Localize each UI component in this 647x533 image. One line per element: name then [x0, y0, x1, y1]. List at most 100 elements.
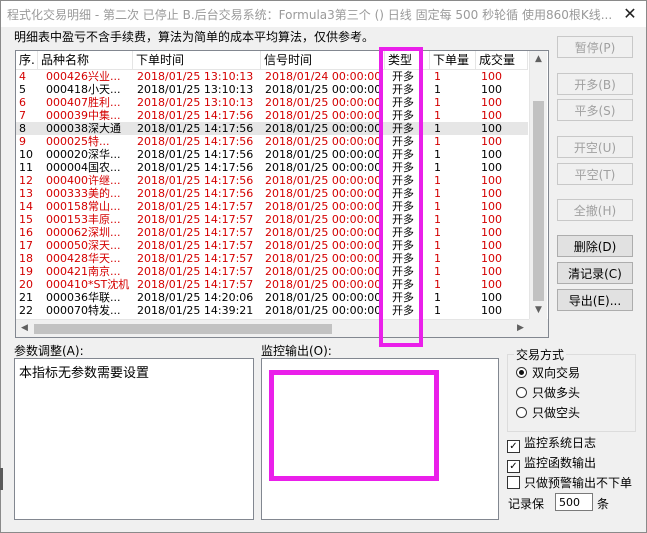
table-row[interactable]: 4 000426兴业... 2018/01/25 13:10:13 2018/01/2…	[16, 70, 528, 83]
close-all-button[interactable]: 全撤(H)	[557, 199, 633, 221]
table-row[interactable]: 8 000038深大通 2018/01/25 14:17:56 2018/01/25 …	[16, 122, 528, 135]
close-icon[interactable]: ✕	[620, 4, 640, 24]
column-header-seq[interactable]: 序.	[16, 51, 38, 69]
cell-fill-qty: 100	[481, 96, 502, 109]
horizontal-scroll-thumb[interactable]	[34, 324, 332, 334]
column-header-fill-qty[interactable]: 成交量	[476, 51, 528, 69]
column-header-order-qty[interactable]: 下单量	[430, 51, 476, 69]
cell-order-time: 2018/01/25 14:17:56	[137, 174, 254, 187]
cell-order-qty: 1	[434, 148, 441, 161]
cell-seq: 16	[19, 226, 33, 239]
cell-order-time: 2018/01/25 13:10:13	[137, 83, 254, 96]
record-keep-label: 记录保	[508, 497, 545, 511]
cell-seq: 5	[19, 83, 26, 96]
cell-order-time: 2018/01/25 14:17:56	[137, 135, 254, 148]
cell-signal-time: 2018/01/25 00:00:00	[265, 148, 382, 161]
radio-icon[interactable]	[516, 407, 527, 418]
cell-name: 000333美的...	[46, 187, 121, 200]
cell-fill-qty: 100	[481, 252, 502, 265]
cell-name: 000428华天...	[46, 252, 121, 265]
radio-both-directions[interactable]: 双向交易	[516, 364, 580, 381]
column-header-name[interactable]: 品种名称	[38, 51, 133, 69]
column-header-signal-time[interactable]: 信号时间	[261, 51, 385, 69]
cell-fill-qty: 100	[481, 226, 502, 239]
table-row[interactable]: 16 000062深圳... 2018/01/25 14:17:57 2018/01/…	[16, 226, 528, 239]
params-panel[interactable]: 本指标无参数需要设置	[14, 358, 254, 520]
trade-mode-label: 交易方式	[514, 346, 567, 363]
vertical-scrollbar[interactable]: ▲ ▼	[529, 51, 547, 319]
cell-order-qty: 1	[434, 96, 441, 109]
cell-seq: 9	[19, 135, 26, 148]
open-short-button[interactable]: 开空(U)	[557, 136, 633, 158]
radio-icon[interactable]	[516, 387, 527, 398]
cell-name: 000421南京...	[46, 265, 121, 278]
pause-button[interactable]: 暂停(P)	[557, 36, 633, 58]
cell-fill-qty: 100	[481, 291, 502, 304]
open-long-button[interactable]: 开多(B)	[557, 73, 633, 95]
horizontal-scrollbar[interactable]: ◀ ▶	[16, 319, 529, 337]
cell-signal-time: 2018/01/25 00:00:00	[265, 226, 382, 239]
cell-order-time: 2018/01/25 14:17:56	[137, 161, 254, 174]
record-count-input[interactable]: 500	[555, 493, 593, 511]
table-row[interactable]: 13 000333美的... 2018/01/25 14:17:56 2018/01/…	[16, 187, 528, 200]
table-row[interactable]: 7 000039中集... 2018/01/25 14:17:56 2018/01/2…	[16, 109, 528, 122]
close-short-button[interactable]: 平空(T)	[557, 163, 633, 185]
clear-record-button[interactable]: 清记录(C)	[557, 262, 633, 284]
scroll-down-icon[interactable]: ▼	[530, 302, 547, 319]
cell-order-qty: 1	[434, 70, 441, 83]
table-row[interactable]: 9 000025特... 2018/01/25 14:17:56 2018/01/25…	[16, 135, 528, 148]
table-row[interactable]: 12 000400许继... 2018/01/25 14:17:56 2018/01/…	[16, 174, 528, 187]
cell-seq: 22	[19, 304, 33, 317]
table-row[interactable]: 19 000421南京... 2018/01/25 14:17:57 2018/01/…	[16, 265, 528, 278]
radio-short-only[interactable]: 只做空头	[516, 404, 580, 421]
cell-name: 000025特...	[46, 135, 110, 148]
export-button[interactable]: 导出(E)...	[557, 289, 633, 311]
checkbox-icon[interactable]	[507, 476, 520, 489]
column-header-order-time[interactable]: 下单时间	[133, 51, 261, 69]
checkbox-checked-icon[interactable]: ✓	[507, 460, 520, 473]
checkbox-checked-icon[interactable]: ✓	[507, 440, 520, 453]
table-row[interactable]: 21 000036华联... 2018/01/25 14:20:06 2018/01/…	[16, 291, 528, 304]
cell-name: 000004国农...	[46, 161, 121, 174]
cell-name: 000036华联...	[46, 291, 121, 304]
cell-fill-qty: 100	[481, 200, 502, 213]
table-row[interactable]: 6 000407胜利... 2018/01/25 13:10:13 2018/01/2…	[16, 96, 528, 109]
table-row[interactable]: 20 000410*ST沈机 2018/01/25 14:17:57 2018/01/…	[16, 278, 528, 291]
cell-signal-time: 2018/01/25 00:00:00	[265, 200, 382, 213]
scroll-right-icon[interactable]: ▶	[512, 320, 529, 337]
table-row[interactable]: 11 000004国农... 2018/01/25 14:17:56 2018/01/…	[16, 161, 528, 174]
cell-order-qty: 1	[434, 226, 441, 239]
checkbox-alert-only[interactable]: 只做预警输出不下单	[507, 474, 632, 491]
table-row[interactable]: 17 000050深天... 2018/01/25 14:17:57 2018/01/…	[16, 239, 528, 252]
checkbox-function-output[interactable]: ✓ 监控函数输出	[507, 454, 596, 473]
cell-name: 000062深圳...	[46, 226, 121, 239]
table-row[interactable]: 5 000418小天... 2018/01/25 13:10:13 2018/01/2…	[16, 83, 528, 96]
delete-button[interactable]: 删除(D)	[557, 235, 633, 257]
scroll-left-icon[interactable]: ◀	[16, 320, 33, 337]
table-row[interactable]: 18 000428华天... 2018/01/25 14:17:57 2018/01/…	[16, 252, 528, 265]
cell-seq: 11	[19, 161, 33, 174]
scroll-up-icon[interactable]: ▲	[530, 51, 547, 68]
window-title: 程式化交易明细 - 第二次 已停止 B.后台交易系统：Formula3第三个 (…	[7, 8, 613, 22]
cell-order-time: 2018/01/25 14:17:56	[137, 109, 254, 122]
table-row[interactable]: 14 000158常山... 2018/01/25 14:17:57 2018/01/…	[16, 200, 528, 213]
radio-selected-icon[interactable]	[516, 367, 527, 378]
table-row[interactable]: 22 000070特发... 2018/01/25 14:39:21 2018/01/…	[16, 304, 528, 317]
cell-seq: 8	[19, 122, 26, 135]
cell-signal-time: 2018/01/25 00:00:00	[265, 135, 382, 148]
cell-fill-qty: 100	[481, 187, 502, 200]
title-bar[interactable]: 程式化交易明细 - 第二次 已停止 B.后台交易系统：Formula3第三个 (…	[1, 1, 646, 27]
vertical-scroll-thumb[interactable]	[533, 101, 544, 301]
cell-order-time: 2018/01/25 13:10:13	[137, 70, 254, 83]
trade-table[interactable]: 序. 品种名称 下单时间 信号时间 类型 下单量 成交量 4 000426兴业..…	[15, 50, 549, 338]
cell-order-qty: 1	[434, 200, 441, 213]
cell-order-time: 2018/01/25 14:17:57	[137, 265, 254, 278]
checkbox-system-log[interactable]: ✓ 监控系统日志	[507, 434, 596, 453]
params-text: 本指标无参数需要设置	[19, 366, 150, 381]
table-row[interactable]: 15 000153丰原... 2018/01/25 14:17:57 2018/01/…	[16, 213, 528, 226]
close-long-button[interactable]: 平多(S)	[557, 99, 633, 121]
radio-long-only[interactable]: 只做多头	[516, 384, 580, 401]
table-row[interactable]: 10 000020深华... 2018/01/25 14:17:56 2018/01/…	[16, 148, 528, 161]
params-label: 参数调整(A):	[14, 344, 84, 358]
cell-order-qty: 1	[434, 252, 441, 265]
